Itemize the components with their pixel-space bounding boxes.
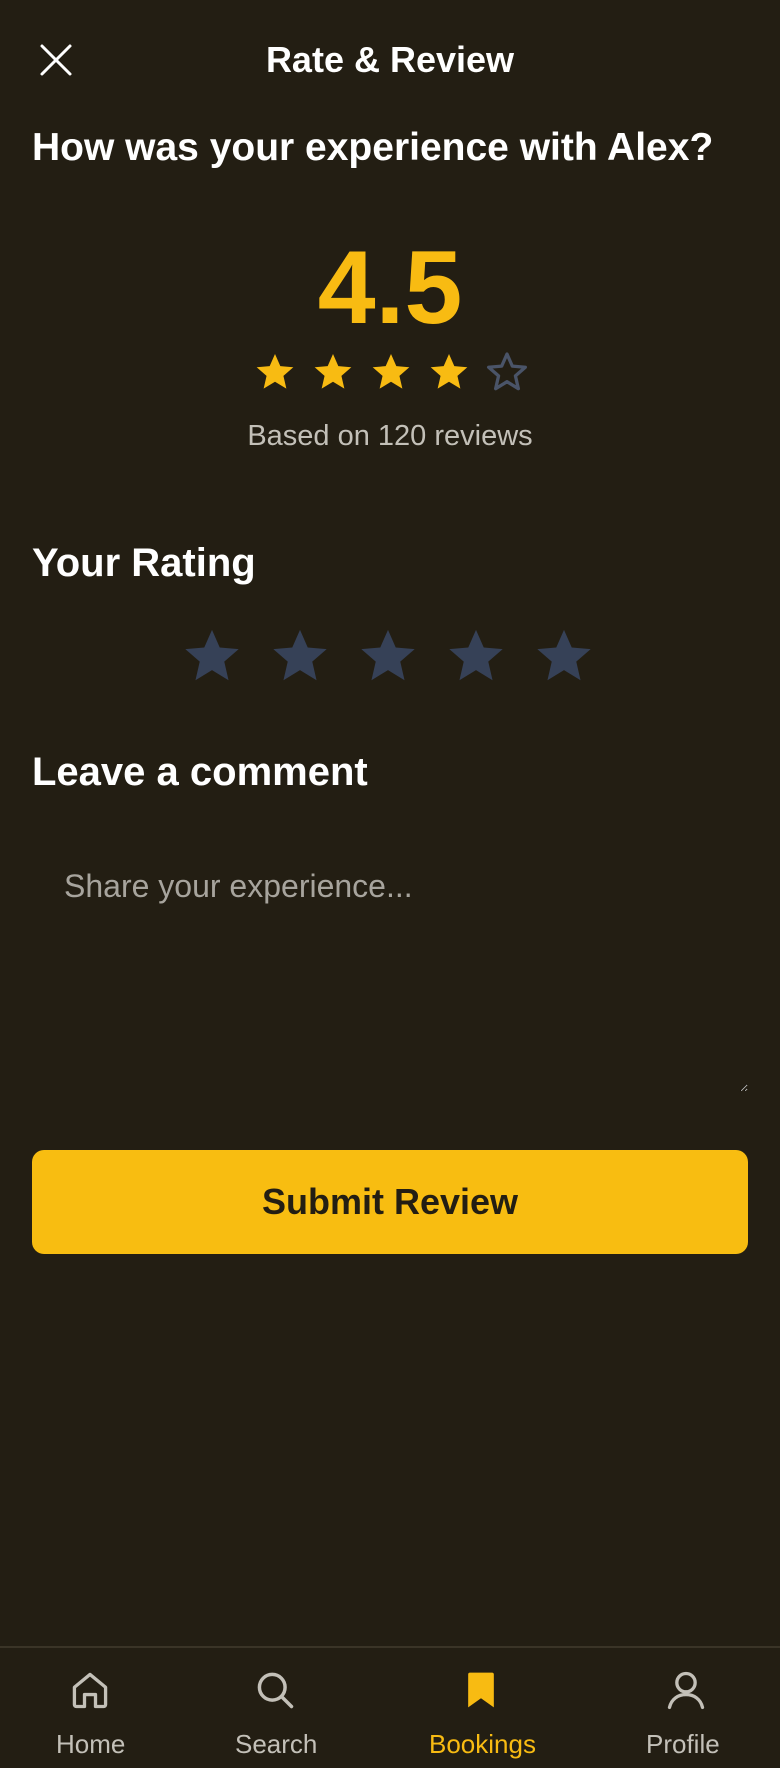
star-filled-icon (372, 354, 410, 389)
nav-label-bookings: Bookings (429, 1729, 536, 1759)
rating-star-3[interactable] (356, 624, 420, 688)
rating-star-5[interactable] (532, 624, 596, 688)
page-title: Rate & Review (265, 39, 515, 80)
experience-question: How was your experience with Alex? (32, 126, 714, 169)
header: Rate & Review (0, 0, 780, 118)
star-filled-icon (314, 354, 352, 389)
bottom-nav: Home Search Bookings Profile (0, 1646, 780, 1768)
rating-star-1[interactable] (180, 624, 244, 688)
average-score: 4.5 (317, 230, 463, 346)
user-icon (667, 1671, 705, 1710)
nav-label-home: Home (56, 1729, 126, 1759)
rate-review-screen: Rate & Review How was your experience wi… (0, 0, 780, 1768)
star-filled-icon (430, 354, 468, 389)
rating-star-input (180, 624, 604, 696)
nav-item-bookings[interactable]: Bookings (420, 1648, 542, 1768)
nav-item-home[interactable]: Home (40, 1648, 140, 1768)
star-filled-icon (256, 354, 294, 389)
rating-star-2[interactable] (268, 624, 332, 688)
star-outline-icon (487, 352, 527, 391)
nav-label-profile: Profile (646, 1729, 720, 1759)
home-icon (72, 1672, 108, 1709)
review-count: Based on 120 reviews (247, 420, 533, 452)
bookmark-icon (468, 1672, 494, 1708)
rating-star-4[interactable] (444, 624, 508, 688)
average-stars (253, 350, 529, 398)
nav-item-profile[interactable]: Profile (636, 1648, 736, 1768)
leave-comment-title: Leave a comment (32, 750, 368, 794)
nav-item-search[interactable]: Search (222, 1648, 332, 1768)
comment-textarea[interactable] (32, 836, 748, 1092)
your-rating-title: Your Rating (32, 541, 256, 585)
search-icon (257, 1672, 294, 1709)
nav-label-search: Search (235, 1729, 318, 1759)
submit-review-button[interactable]: Submit Review (32, 1150, 748, 1254)
